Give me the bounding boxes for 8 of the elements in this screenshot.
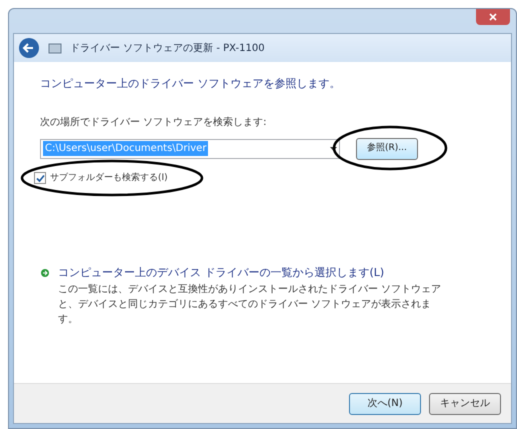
window-title: ドライバー ソフトウェアの更新 - PX-1100 [70, 42, 265, 56]
browse-button[interactable]: 参照(R)... [356, 138, 418, 160]
page-heading: コンピューター上のドライバー ソフトウェアを参照します。 [40, 76, 342, 92]
option-link[interactable]: コンピューター上のデバイス ドライバーの一覧から選択します(L) [58, 265, 448, 282]
option-description: この一覧には、デバイスと互換性がありインストールされたドライバー ソフトウェアと、デバイスと同じカテゴリにあるすべてのドライバー ソフトウェアが表示されます。 [58, 282, 442, 326]
search-label: 次の場所でドライバー ソフトウェアを検索します: [40, 116, 268, 130]
dialog-button[interactable]: キャンセル [429, 392, 501, 414]
dialog-button[interactable]: 次へ(N) [349, 392, 421, 414]
